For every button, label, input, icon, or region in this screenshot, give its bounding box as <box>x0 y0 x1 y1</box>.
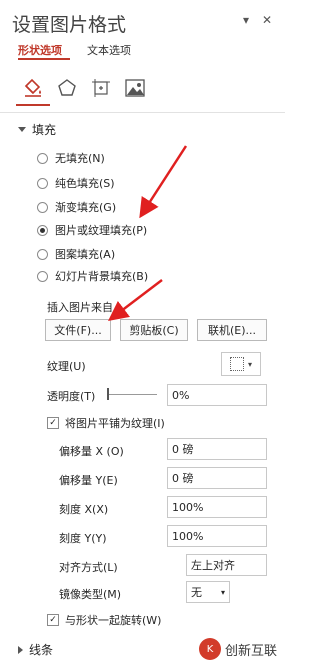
texture-swatch-icon <box>229 357 244 371</box>
radio-no-fill[interactable]: 无填充(N) <box>37 150 105 166</box>
expand-triangle-icon <box>18 645 23 654</box>
scale-y-label: 刻度 Y(Y) <box>59 532 107 545</box>
radio-circle <box>37 201 48 213</box>
mirror-type-dropdown[interactable]: 无 ▾ <box>186 581 230 603</box>
texture-label: 纹理(U) <box>47 360 86 373</box>
size-properties-icon[interactable] <box>84 72 118 104</box>
clipboard-button[interactable]: 剪贴板(C) <box>120 319 188 341</box>
tile-as-texture-checkbox[interactable]: ✓ 将图片平铺为纹理(I) <box>47 415 165 431</box>
radio-label: 图片或纹理填充(P) <box>55 224 148 237</box>
online-button[interactable]: 联机(E)... <box>197 319 267 341</box>
effects-pentagon-icon[interactable] <box>50 72 84 104</box>
rotate-with-shape-checkbox[interactable]: ✓ 与形状一起旋转(W) <box>47 612 161 628</box>
transparency-slider-track[interactable] <box>107 394 157 395</box>
transparency-input[interactable]: 0% <box>167 384 267 406</box>
radio-pattern-fill[interactable]: 图案填充(A) <box>37 246 115 262</box>
tab-shape-options[interactable]: 形状选项 <box>18 42 62 58</box>
radio-circle <box>37 152 48 164</box>
fill-line-icon[interactable] <box>16 72 50 106</box>
checkbox-checked-icon: ✓ <box>47 614 59 626</box>
alignment-value: 左上对齐 <box>191 559 235 572</box>
picture-icon[interactable] <box>118 72 152 104</box>
alignment-label: 对齐方式(L) <box>59 561 118 574</box>
watermark: K 创新互联 <box>198 638 277 660</box>
line-section-header[interactable]: 线条 <box>18 641 53 658</box>
mirror-type-label: 镜像类型(M) <box>59 588 122 601</box>
tab-text-options[interactable]: 文本选项 <box>87 42 131 58</box>
fill-header-label: 填充 <box>32 123 57 137</box>
radio-circle <box>37 177 48 189</box>
arrow-to-picture-fill <box>139 145 188 219</box>
chevron-down-icon: ▾ <box>247 359 252 369</box>
radio-picture-texture-fill[interactable]: 图片或纹理填充(P) <box>37 222 147 238</box>
insert-picture-from-label: 插入图片来自 <box>47 301 113 314</box>
radio-gradient-fill[interactable]: 渐变填充(G) <box>37 199 116 215</box>
tile-checkbox-label: 将图片平铺为纹理(I) <box>65 417 165 430</box>
rotate-checkbox-label: 与形状一起旋转(W) <box>65 614 162 627</box>
line-header-label: 线条 <box>29 643 54 657</box>
radio-label: 图案填充(A) <box>55 248 116 261</box>
offset-y-label: 偏移量 Y(E) <box>59 474 118 487</box>
offset-x-label: 偏移量 X (O) <box>59 445 124 458</box>
texture-picker[interactable]: ▾ <box>221 352 261 376</box>
radio-solid-fill[interactable]: 纯色填充(S) <box>37 175 115 191</box>
scale-x-input[interactable]: 100% <box>167 496 267 518</box>
radio-circle <box>37 248 48 260</box>
file-button[interactable]: 文件(F)... <box>45 319 111 341</box>
collapse-triangle-icon <box>18 127 26 132</box>
offset-y-input[interactable]: 0 磅 <box>167 467 267 489</box>
category-icon-bar <box>16 72 152 106</box>
fill-section-header[interactable]: 填充 <box>18 121 56 138</box>
scale-y-input[interactable]: 100% <box>167 525 267 547</box>
radio-label: 无填充(N) <box>55 152 105 165</box>
watermark-logo: K <box>198 638 221 660</box>
close-button[interactable]: ✕ <box>262 13 272 27</box>
transparency-label: 透明度(T) <box>47 390 96 403</box>
divider <box>0 112 285 113</box>
watermark-text: 创新互联 <box>224 643 277 659</box>
arrow-to-file-button <box>108 279 163 322</box>
radio-slide-background-fill[interactable]: 幻灯片背景填充(B) <box>37 268 148 284</box>
active-tab-indicator <box>18 58 70 60</box>
pane-options-button[interactable]: ▾ <box>243 13 249 27</box>
radio-circle-selected <box>37 224 48 236</box>
mirror-value: 无 <box>191 586 202 599</box>
offset-x-input[interactable]: 0 磅 <box>167 438 267 460</box>
chevron-down-icon: ▾ <box>220 587 225 597</box>
radio-label: 幻灯片背景填充(B) <box>55 270 149 283</box>
alignment-dropdown[interactable]: 左上对齐 <box>186 554 267 576</box>
panel-title: 设置图片格式 <box>12 14 127 36</box>
radio-label: 渐变填充(G) <box>55 201 117 214</box>
radio-label: 纯色填充(S) <box>55 177 115 190</box>
radio-circle <box>37 270 48 282</box>
transparency-slider-thumb[interactable] <box>107 388 109 400</box>
scale-x-label: 刻度 X(X) <box>59 503 109 516</box>
checkbox-checked-icon: ✓ <box>47 417 59 429</box>
